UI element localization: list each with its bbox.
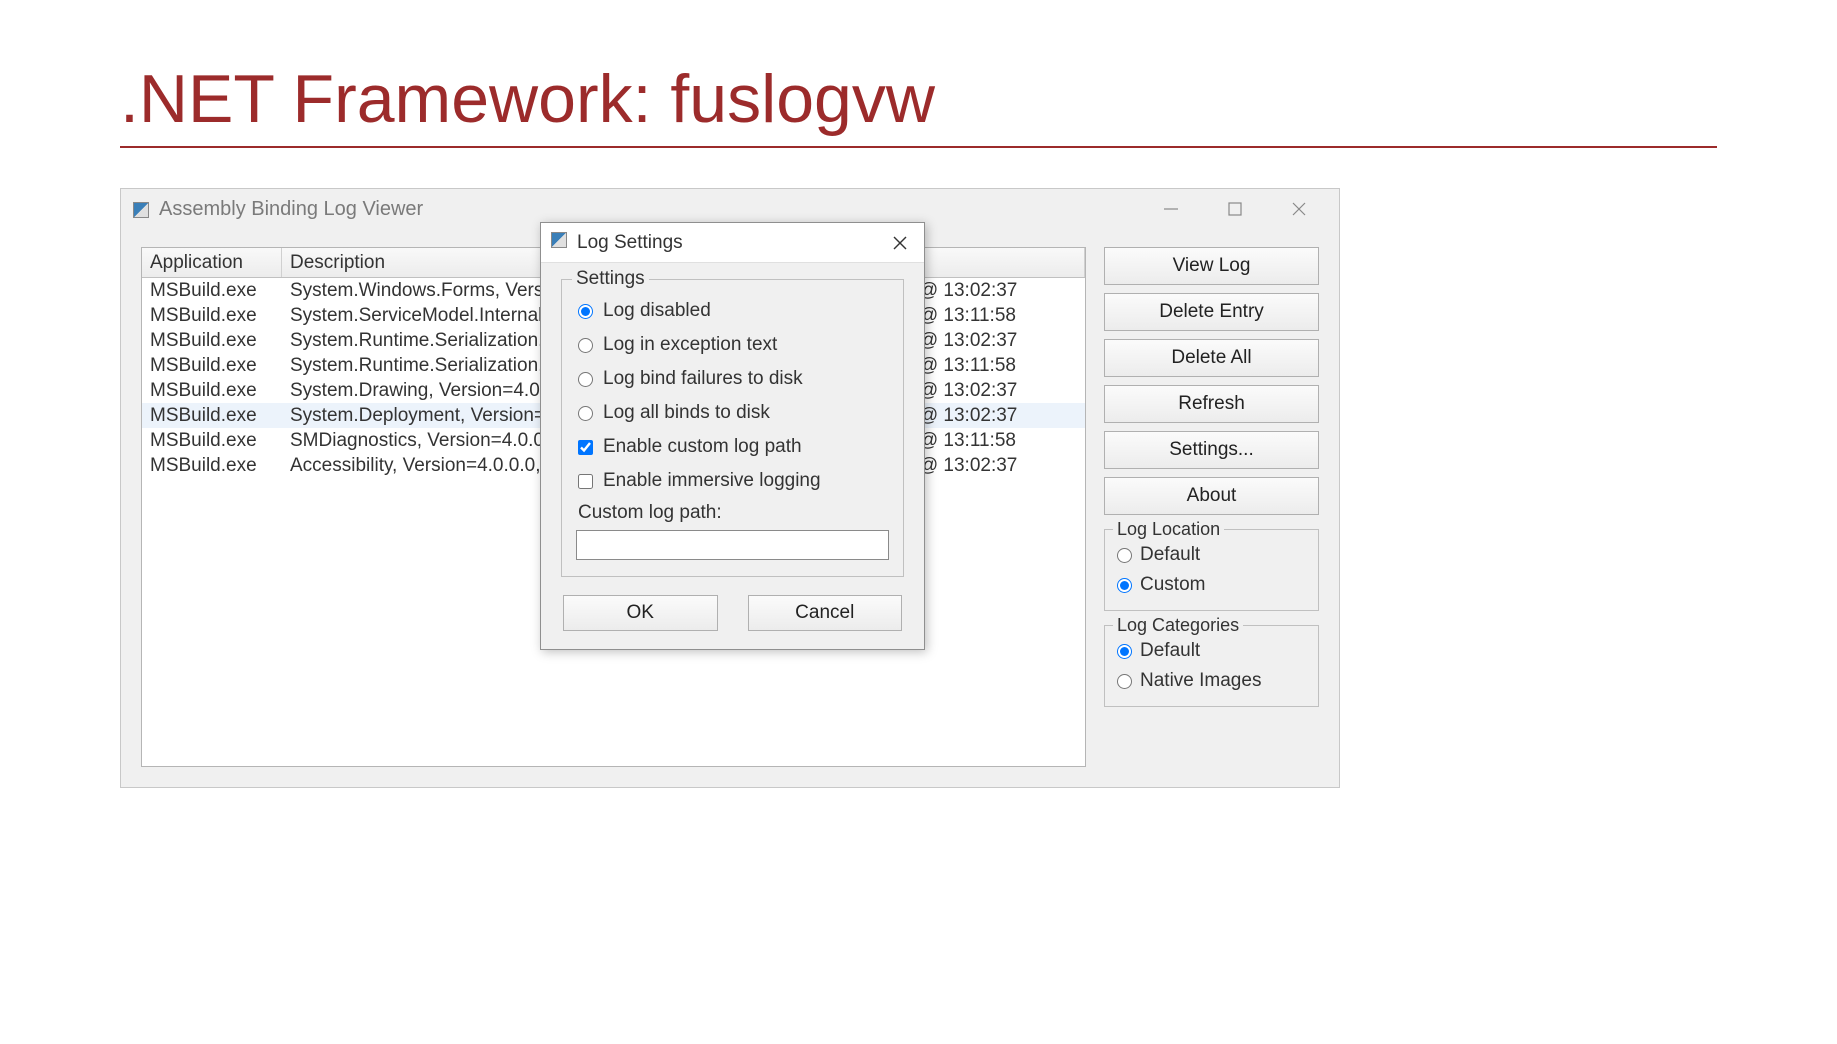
opt-log-allbinds[interactable]: Log all binds to disk [576, 396, 889, 430]
log-categories-group: Log Categories Default Native Images [1104, 625, 1319, 707]
delete-all-button[interactable]: Delete All [1104, 339, 1319, 377]
opt-immersive[interactable]: Enable immersive logging [576, 464, 889, 498]
opt-log-disabled-text: Log disabled [603, 300, 711, 322]
minimize-button[interactable] [1153, 195, 1189, 223]
log-location-group: Log Location Default Custom [1104, 529, 1319, 611]
app-icon [133, 201, 149, 217]
column-application[interactable]: Application [142, 248, 282, 277]
title-divider [120, 146, 1717, 148]
slide-title: .NET Framework: fuslogvw [120, 60, 1717, 138]
dialog-title: Log Settings [577, 232, 886, 254]
cell-application: MSBuild.exe [142, 405, 282, 427]
cell-application: MSBuild.exe [142, 430, 282, 452]
opt-log-exception-text: Log in exception text [603, 334, 777, 356]
log-settings-dialog: Log Settings Settings Log disabled Log i… [540, 222, 925, 650]
log-categories-native-text: Native Images [1140, 670, 1261, 692]
log-categories-default-radio[interactable] [1117, 644, 1132, 659]
opt-immersive-text: Enable immersive logging [603, 470, 821, 492]
cell-application: MSBuild.exe [142, 380, 282, 402]
opt-log-failures[interactable]: Log bind failures to disk [576, 362, 889, 396]
opt-log-disabled-radio[interactable] [578, 304, 593, 319]
opt-log-failures-radio[interactable] [578, 372, 593, 387]
settings-group: Settings Log disabled Log in exception t… [561, 279, 904, 577]
opt-log-allbinds-text: Log all binds to disk [603, 402, 770, 424]
dialog-close-button[interactable] [886, 229, 914, 257]
log-location-custom-radio[interactable] [1117, 578, 1132, 593]
log-location-label: Log Location [1113, 519, 1224, 540]
log-location-default[interactable]: Default [1115, 540, 1308, 570]
log-location-default-radio[interactable] [1117, 548, 1132, 563]
settings-group-label: Settings [572, 268, 649, 290]
cell-application: MSBuild.exe [142, 305, 282, 327]
custom-log-path-input[interactable] [576, 530, 889, 560]
cell-application: MSBuild.exe [142, 330, 282, 352]
delete-entry-button[interactable]: Delete Entry [1104, 293, 1319, 331]
opt-custom-path-checkbox[interactable] [578, 440, 593, 455]
dialog-titlebar: Log Settings [541, 223, 924, 263]
view-log-button[interactable]: View Log [1104, 247, 1319, 285]
opt-log-allbinds-radio[interactable] [578, 406, 593, 421]
dialog-app-icon [551, 231, 567, 254]
log-location-custom[interactable]: Custom [1115, 570, 1308, 600]
opt-log-failures-text: Log bind failures to disk [603, 368, 803, 390]
cell-application: MSBuild.exe [142, 355, 282, 377]
opt-log-exception-radio[interactable] [578, 338, 593, 353]
maximize-button[interactable] [1217, 195, 1253, 223]
custom-log-path-label: Custom log path: [576, 498, 889, 530]
about-button[interactable]: About [1104, 477, 1319, 515]
window-title: Assembly Binding Log Viewer [159, 198, 1153, 221]
log-location-custom-text: Custom [1140, 574, 1205, 596]
log-categories-native[interactable]: Native Images [1115, 666, 1308, 696]
ok-button[interactable]: OK [563, 595, 718, 631]
log-location-default-text: Default [1140, 544, 1200, 566]
log-categories-label: Log Categories [1113, 615, 1243, 636]
log-categories-default[interactable]: Default [1115, 636, 1308, 666]
cell-application: MSBuild.exe [142, 280, 282, 302]
opt-custom-path-text: Enable custom log path [603, 436, 802, 458]
refresh-button[interactable]: Refresh [1104, 385, 1319, 423]
opt-immersive-checkbox[interactable] [578, 474, 593, 489]
cell-application: MSBuild.exe [142, 455, 282, 477]
close-button[interactable] [1281, 195, 1317, 223]
opt-custom-path[interactable]: Enable custom log path [576, 430, 889, 464]
settings-button[interactable]: Settings... [1104, 431, 1319, 469]
opt-log-exception[interactable]: Log in exception text [576, 328, 889, 362]
opt-log-disabled[interactable]: Log disabled [576, 294, 889, 328]
right-pane: View Log Delete Entry Delete All Refresh… [1104, 247, 1319, 767]
log-categories-default-text: Default [1140, 640, 1200, 662]
log-categories-native-radio[interactable] [1117, 674, 1132, 689]
cancel-button[interactable]: Cancel [748, 595, 903, 631]
